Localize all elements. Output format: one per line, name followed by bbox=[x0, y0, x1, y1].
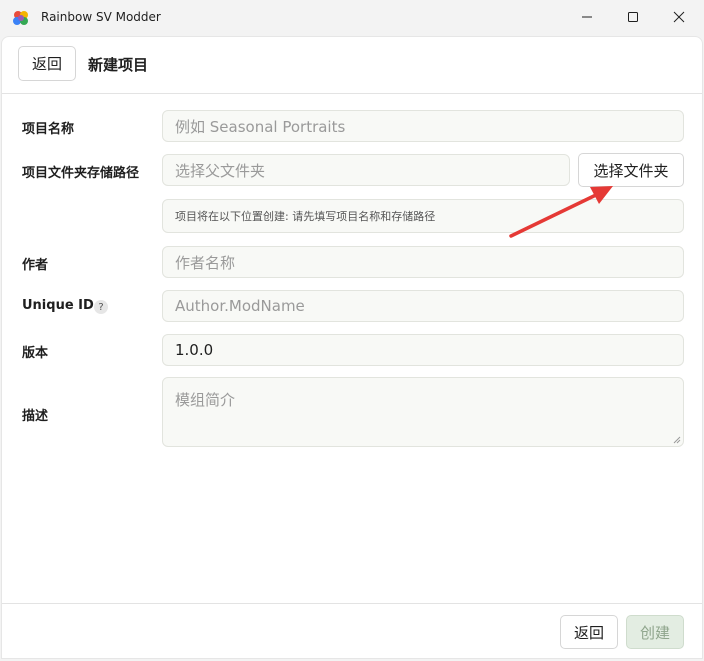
project-name-input[interactable]: 例如 Seasonal Portraits bbox=[162, 110, 684, 142]
create-button[interactable]: 创建 bbox=[626, 615, 684, 649]
close-icon bbox=[673, 11, 685, 23]
project-path-label: 项目文件夹存储路径 bbox=[22, 166, 140, 181]
resize-grip-icon[interactable] bbox=[673, 436, 681, 444]
unique-id-input[interactable]: Author.ModName bbox=[162, 290, 684, 322]
title-bar[interactable]: Rainbow SV Modder bbox=[0, 0, 704, 36]
choose-folder-button[interactable]: 选择文件夹 bbox=[578, 153, 684, 187]
close-button[interactable] bbox=[656, 0, 702, 34]
rainbow-palette-icon bbox=[13, 11, 28, 25]
footer-bar: 返回 创建 bbox=[2, 603, 702, 661]
path-hint: 项目将在以下位置创建: 请先填写项目名称和存储路径 bbox=[162, 199, 684, 233]
window-title: Rainbow SV Modder bbox=[41, 10, 161, 24]
author-input[interactable]: 作者名称 bbox=[162, 246, 684, 278]
author-label: 作者 bbox=[22, 258, 49, 273]
app-window: Rainbow SV Modder 返回 新建项目 项目名称 例如 Season… bbox=[0, 0, 704, 660]
version-input[interactable]: 1.0.0 bbox=[162, 334, 684, 366]
page-header: 返回 新建项目 bbox=[2, 37, 702, 94]
minimize-button[interactable] bbox=[564, 0, 610, 34]
description-placeholder: 模组简介 bbox=[175, 391, 236, 409]
description-label: 描述 bbox=[22, 409, 49, 424]
project-path-input[interactable]: 选择父文件夹 bbox=[162, 154, 570, 186]
version-label: 版本 bbox=[22, 346, 49, 361]
maximize-button[interactable] bbox=[610, 0, 656, 34]
page-title: 新建项目 bbox=[88, 56, 149, 74]
footer-back-button[interactable]: 返回 bbox=[560, 615, 618, 649]
help-icon[interactable]: ? bbox=[94, 300, 108, 314]
project-name-label: 项目名称 bbox=[22, 122, 75, 137]
maximize-icon bbox=[628, 12, 638, 22]
content-card: 返回 新建项目 项目名称 例如 Seasonal Portraits 项目文件夹… bbox=[1, 36, 703, 659]
unique-id-label: Unique ID bbox=[22, 298, 94, 313]
description-textarea[interactable]: 模组简介 bbox=[162, 377, 684, 447]
minimize-icon bbox=[582, 16, 592, 18]
back-button[interactable]: 返回 bbox=[18, 46, 76, 81]
